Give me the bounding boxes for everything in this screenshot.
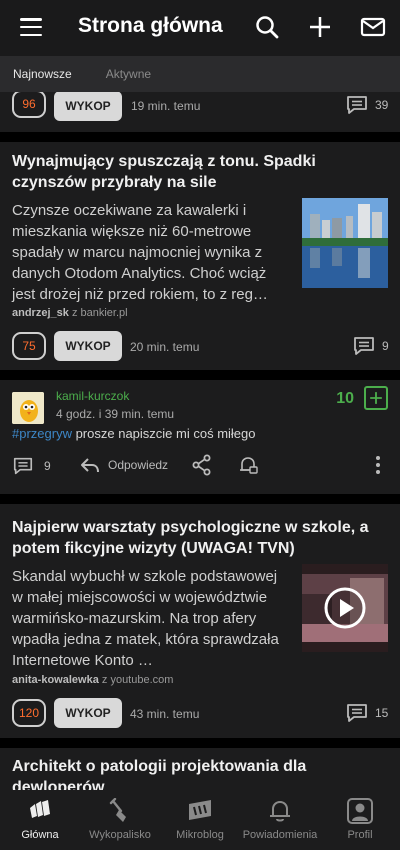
bottom-navigation: Główna Wykopalisko Mikroblog Powiadomien… [0,790,400,850]
wykop-button[interactable]: WYKOP [54,698,122,728]
link-card[interactable]: Najpierw warsztaty psychologiczne w szko… [0,504,400,738]
search-icon[interactable] [254,14,280,40]
link-card[interactable]: Wynajmujący spuszczają z tonu. Spadki cz… [0,142,400,370]
nav-label: Wykopalisko [89,829,151,841]
reply-label: Odpowiedz [108,458,169,472]
link-thumbnail[interactable] [302,198,388,288]
entry-score: 10 [336,390,354,407]
thumbnail-image [302,198,388,288]
share-icon[interactable] [191,454,213,476]
comments-button[interactable]: 15 [345,703,388,723]
comment-icon [354,337,374,355]
nav-powiadomienia[interactable]: Powiadomienia [240,790,320,850]
nav-profil[interactable]: Profil [320,790,400,850]
author-name[interactable]: anita-kowalewka [12,674,99,686]
link-title[interactable]: Najpierw warsztaty psychologiczne w szko… [12,517,388,559]
comment-count: 15 [375,706,389,720]
play-icon[interactable] [323,586,367,630]
page-title: Strona główna [78,14,223,37]
link-title[interactable]: Wynajmujący spuszczają z tonu. Spadki cz… [12,151,388,193]
entry-text: prosze napiszcie mi coś miłego [71,426,256,441]
author-line: andrzej_sk z bankier.pl [12,307,128,319]
reply-icon [81,458,99,473]
nav-label: Główna [21,829,59,841]
notification-off-icon[interactable] [237,454,259,476]
top-app-bar: Strona główna [0,0,400,56]
feed-tabs: Najnowsze Aktywne [0,56,400,92]
link-description: Czynsze oczekiwane za kawalerki i mieszk… [12,202,268,303]
more-options-icon[interactable] [368,454,388,476]
nav-mikroblog[interactable]: Mikroblog [160,790,240,850]
post-time: 4 godz. i 39 min. temu [56,407,175,421]
post-time: 43 min. temu [130,707,200,721]
link-card[interactable]: 96 WYKOP 19 min. temu 39 [0,92,400,132]
vote-count[interactable]: 96 [12,92,46,118]
vote-count[interactable]: 120 [12,699,46,727]
mikroblog-icon [189,800,211,820]
comment-count: 9 [44,459,51,473]
avatar[interactable] [12,392,44,424]
video-thumbnail[interactable] [302,564,388,652]
nav-glowna[interactable]: Główna [0,790,80,850]
link-card[interactable]: Architekt o patologii projektowania dla … [0,748,400,790]
avatar-image [12,392,44,424]
microblog-username[interactable]: kamil-kurczok [56,389,129,403]
comment-icon [13,457,33,475]
add-icon[interactable] [307,14,333,40]
nav-label: Powiadomienia [242,829,318,841]
reply-button[interactable]: Odpowiedz [80,456,168,474]
comment-count: 39 [375,98,389,112]
bell-icon [270,800,290,822]
wykop-logo-icon [30,800,50,818]
wykop-button[interactable]: WYKOP [54,331,122,361]
nav-label: Mikroblog [176,829,224,841]
comment-icon [347,96,367,114]
link-title[interactable]: Architekt o patologii projektowania dla … [12,756,388,790]
author-line: anita-kowalewka z youtube.com [12,674,173,686]
profile-icon [347,798,373,824]
hashtag-link[interactable]: #przegryw [12,426,72,441]
source-domain[interactable]: z youtube.com [102,674,174,686]
nav-wykopalisko[interactable]: Wykopalisko [80,790,160,850]
plus-vote-icon[interactable] [364,386,388,410]
microblog-entry[interactable]: kamil-kurczok 4 godz. i 39 min. temu 10 … [0,380,400,494]
link-description: Skandal wybuchł w szkole podstawowej w m… [12,568,279,669]
shovel-icon [109,798,126,822]
comments-button[interactable]: 9 [352,336,389,356]
post-time: 20 min. temu [130,340,200,354]
tab-najnowsze[interactable]: Najnowsze [0,67,85,81]
wykop-button[interactable]: WYKOP [54,92,122,121]
feed[interactable]: 96 WYKOP 19 min. temu 39 Wynajmujący spu… [0,92,400,790]
author-name[interactable]: andrzej_sk [12,307,69,319]
comment-icon [347,704,367,722]
mail-icon[interactable] [360,14,386,40]
tab-aktywne[interactable]: Aktywne [93,67,164,81]
comment-count: 9 [382,339,389,353]
source-domain[interactable]: z bankier.pl [72,307,128,319]
menu-icon[interactable] [20,18,42,36]
comments-button[interactable]: 9 [12,456,51,476]
entry-body: #przegryw prosze napiszcie mi coś miłego [12,426,256,441]
post-time: 19 min. temu [131,99,201,113]
vote-count[interactable]: 75 [12,332,46,360]
nav-label: Profil [347,829,373,841]
comments-button[interactable]: 39 [345,95,388,115]
